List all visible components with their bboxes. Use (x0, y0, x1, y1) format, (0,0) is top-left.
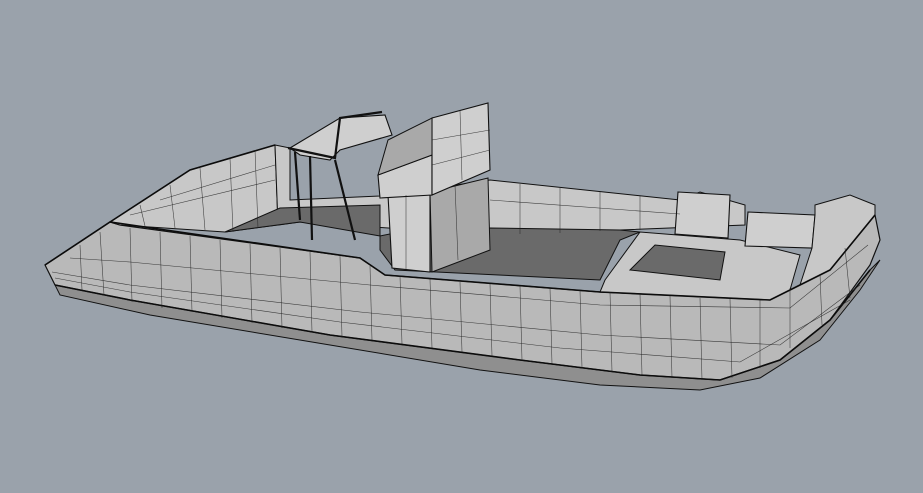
t-top-post-1 (308, 155, 314, 241)
center-console-front (387, 191, 431, 273)
bow-inner-wall (108, 144, 279, 233)
stern-seat-left (674, 191, 731, 239)
t-top-canopy (288, 114, 393, 161)
stern-seat-right (744, 211, 816, 249)
viewport-3d[interactable] (0, 0, 923, 493)
boat-model[interactable] (0, 0, 923, 493)
